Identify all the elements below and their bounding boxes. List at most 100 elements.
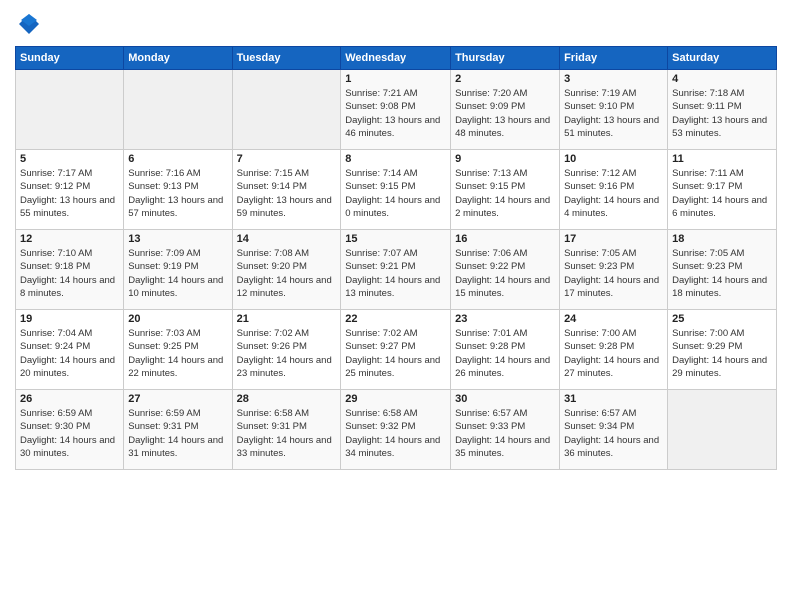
calendar-header-row: SundayMondayTuesdayWednesdayThursdayFrid… xyxy=(16,47,777,70)
calendar-cell: 23 Sunrise: 7:01 AM Sunset: 9:28 PM Dayli… xyxy=(451,310,560,390)
day-number: 5 xyxy=(20,153,119,165)
day-number: 3 xyxy=(564,73,663,85)
day-header-sunday: Sunday xyxy=(16,47,124,70)
calendar: SundayMondayTuesdayWednesdayThursdayFrid… xyxy=(15,46,777,470)
calendar-cell: 28 Sunrise: 6:58 AM Sunset: 9:31 PM Dayli… xyxy=(232,390,341,470)
calendar-cell: 16 Sunrise: 7:06 AM Sunset: 9:22 PM Dayli… xyxy=(451,230,560,310)
calendar-cell: 9Sunrise: 7:13 AM Sunset: 9:15 PM Daylig… xyxy=(451,150,560,230)
day-info: Sunrise: 7:11 AM Sunset: 9:17 PM Dayligh… xyxy=(672,167,772,220)
day-number: 13 xyxy=(128,233,227,245)
day-info: Sunrise: 6:59 AM Sunset: 9:30 PM Dayligh… xyxy=(20,407,119,460)
day-number: 9 xyxy=(455,153,555,165)
day-number: 22 xyxy=(345,313,446,325)
day-info: Sunrise: 6:57 AM Sunset: 9:33 PM Dayligh… xyxy=(455,407,555,460)
calendar-cell: 30 Sunrise: 6:57 AM Sunset: 9:33 PM Dayli… xyxy=(451,390,560,470)
day-info: Sunrise: 7:19 AM Sunset: 9:10 PM Dayligh… xyxy=(564,87,663,140)
day-info: Sunrise: 7:10 AM Sunset: 9:18 PM Dayligh… xyxy=(20,247,119,300)
calendar-cell: 18 Sunrise: 7:05 AM Sunset: 9:23 PM Dayli… xyxy=(668,230,777,310)
calendar-cell: 8Sunrise: 7:14 AM Sunset: 9:15 PM Daylig… xyxy=(341,150,451,230)
day-info: Sunrise: 7:07 AM Sunset: 9:21 PM Dayligh… xyxy=(345,247,446,300)
day-number: 24 xyxy=(564,313,663,325)
day-number: 18 xyxy=(672,233,772,245)
day-info: Sunrise: 6:58 AM Sunset: 9:32 PM Dayligh… xyxy=(345,407,446,460)
day-number: 28 xyxy=(237,393,337,405)
calendar-cell: 3 Sunrise: 7:19 AM Sunset: 9:10 PM Daylig… xyxy=(560,70,668,150)
logo xyxy=(15,10,47,38)
day-info: Sunrise: 6:59 AM Sunset: 9:31 PM Dayligh… xyxy=(128,407,227,460)
day-number: 20 xyxy=(128,313,227,325)
calendar-cell: 4Sunrise: 7:18 AM Sunset: 9:11 PM Daylig… xyxy=(668,70,777,150)
calendar-week-1: 1 Sunrise: 7:21 AM Sunset: 9:08 PM Daylig… xyxy=(16,70,777,150)
day-info: Sunrise: 7:00 AM Sunset: 9:28 PM Dayligh… xyxy=(564,327,663,380)
calendar-cell: 22 Sunrise: 7:02 AM Sunset: 9:27 PM Dayli… xyxy=(341,310,451,390)
day-info: Sunrise: 7:03 AM Sunset: 9:25 PM Dayligh… xyxy=(128,327,227,380)
calendar-header: SundayMondayTuesdayWednesdayThursdayFrid… xyxy=(16,47,777,70)
day-info: Sunrise: 7:16 AM Sunset: 9:13 PM Dayligh… xyxy=(128,167,227,220)
day-info: Sunrise: 6:58 AM Sunset: 9:31 PM Dayligh… xyxy=(237,407,337,460)
day-header-monday: Monday xyxy=(124,47,232,70)
calendar-cell: 20 Sunrise: 7:03 AM Sunset: 9:25 PM Dayli… xyxy=(124,310,232,390)
calendar-cell: 21Sunrise: 7:02 AM Sunset: 9:26 PM Dayli… xyxy=(232,310,341,390)
day-number: 25 xyxy=(672,313,772,325)
calendar-cell: 12Sunrise: 7:10 AM Sunset: 9:18 PM Dayli… xyxy=(16,230,124,310)
calendar-cell xyxy=(232,70,341,150)
day-info: Sunrise: 7:17 AM Sunset: 9:12 PM Dayligh… xyxy=(20,167,119,220)
day-number: 19 xyxy=(20,313,119,325)
day-number: 11 xyxy=(672,153,772,165)
calendar-cell xyxy=(124,70,232,150)
calendar-week-5: 26 Sunrise: 6:59 AM Sunset: 9:30 PM Dayli… xyxy=(16,390,777,470)
day-info: Sunrise: 7:02 AM Sunset: 9:27 PM Dayligh… xyxy=(345,327,446,380)
day-number: 14 xyxy=(237,233,337,245)
day-number: 15 xyxy=(345,233,446,245)
calendar-cell xyxy=(16,70,124,150)
calendar-cell: 31 Sunrise: 6:57 AM Sunset: 9:34 PM Dayli… xyxy=(560,390,668,470)
day-number: 23 xyxy=(455,313,555,325)
calendar-cell: 13 Sunrise: 7:09 AM Sunset: 9:19 PM Dayli… xyxy=(124,230,232,310)
calendar-cell: 19 Sunrise: 7:04 AM Sunset: 9:24 PM Dayli… xyxy=(16,310,124,390)
calendar-cell: 10Sunrise: 7:12 AM Sunset: 9:16 PM Dayli… xyxy=(560,150,668,230)
day-info: Sunrise: 7:09 AM Sunset: 9:19 PM Dayligh… xyxy=(128,247,227,300)
calendar-cell: 2 Sunrise: 7:20 AM Sunset: 9:09 PM Daylig… xyxy=(451,70,560,150)
day-header-friday: Friday xyxy=(560,47,668,70)
calendar-body: 1 Sunrise: 7:21 AM Sunset: 9:08 PM Daylig… xyxy=(16,70,777,470)
calendar-cell: 24 Sunrise: 7:00 AM Sunset: 9:28 PM Dayli… xyxy=(560,310,668,390)
generalblue-logo-icon xyxy=(15,10,43,38)
day-header-tuesday: Tuesday xyxy=(232,47,341,70)
day-number: 30 xyxy=(455,393,555,405)
page: SundayMondayTuesdayWednesdayThursdayFrid… xyxy=(0,0,792,612)
day-info: Sunrise: 7:18 AM Sunset: 9:11 PM Dayligh… xyxy=(672,87,772,140)
calendar-cell: 7 Sunrise: 7:15 AM Sunset: 9:14 PM Daylig… xyxy=(232,150,341,230)
calendar-week-3: 12Sunrise: 7:10 AM Sunset: 9:18 PM Dayli… xyxy=(16,230,777,310)
day-info: Sunrise: 7:21 AM Sunset: 9:08 PM Dayligh… xyxy=(345,87,446,140)
day-number: 21 xyxy=(237,313,337,325)
day-info: Sunrise: 7:04 AM Sunset: 9:24 PM Dayligh… xyxy=(20,327,119,380)
day-info: Sunrise: 7:20 AM Sunset: 9:09 PM Dayligh… xyxy=(455,87,555,140)
day-number: 16 xyxy=(455,233,555,245)
day-number: 27 xyxy=(128,393,227,405)
day-info: Sunrise: 7:05 AM Sunset: 9:23 PM Dayligh… xyxy=(672,247,772,300)
calendar-cell: 27 Sunrise: 6:59 AM Sunset: 9:31 PM Dayli… xyxy=(124,390,232,470)
day-header-wednesday: Wednesday xyxy=(341,47,451,70)
day-number: 29 xyxy=(345,393,446,405)
day-number: 31 xyxy=(564,393,663,405)
day-info: Sunrise: 7:14 AM Sunset: 9:15 PM Dayligh… xyxy=(345,167,446,220)
day-info: Sunrise: 7:05 AM Sunset: 9:23 PM Dayligh… xyxy=(564,247,663,300)
day-header-saturday: Saturday xyxy=(668,47,777,70)
day-info: Sunrise: 7:12 AM Sunset: 9:16 PM Dayligh… xyxy=(564,167,663,220)
calendar-cell: 14Sunrise: 7:08 AM Sunset: 9:20 PM Dayli… xyxy=(232,230,341,310)
day-number: 26 xyxy=(20,393,119,405)
calendar-cell: 1 Sunrise: 7:21 AM Sunset: 9:08 PM Daylig… xyxy=(341,70,451,150)
day-info: Sunrise: 7:15 AM Sunset: 9:14 PM Dayligh… xyxy=(237,167,337,220)
day-info: Sunrise: 7:06 AM Sunset: 9:22 PM Dayligh… xyxy=(455,247,555,300)
day-info: Sunrise: 7:01 AM Sunset: 9:28 PM Dayligh… xyxy=(455,327,555,380)
day-info: Sunrise: 6:57 AM Sunset: 9:34 PM Dayligh… xyxy=(564,407,663,460)
calendar-cell: 25Sunrise: 7:00 AM Sunset: 9:29 PM Dayli… xyxy=(668,310,777,390)
calendar-cell xyxy=(668,390,777,470)
day-number: 1 xyxy=(345,73,446,85)
calendar-week-2: 5 Sunrise: 7:17 AM Sunset: 9:12 PM Daylig… xyxy=(16,150,777,230)
day-number: 17 xyxy=(564,233,663,245)
day-number: 7 xyxy=(237,153,337,165)
day-number: 2 xyxy=(455,73,555,85)
day-header-thursday: Thursday xyxy=(451,47,560,70)
calendar-week-4: 19 Sunrise: 7:04 AM Sunset: 9:24 PM Dayli… xyxy=(16,310,777,390)
